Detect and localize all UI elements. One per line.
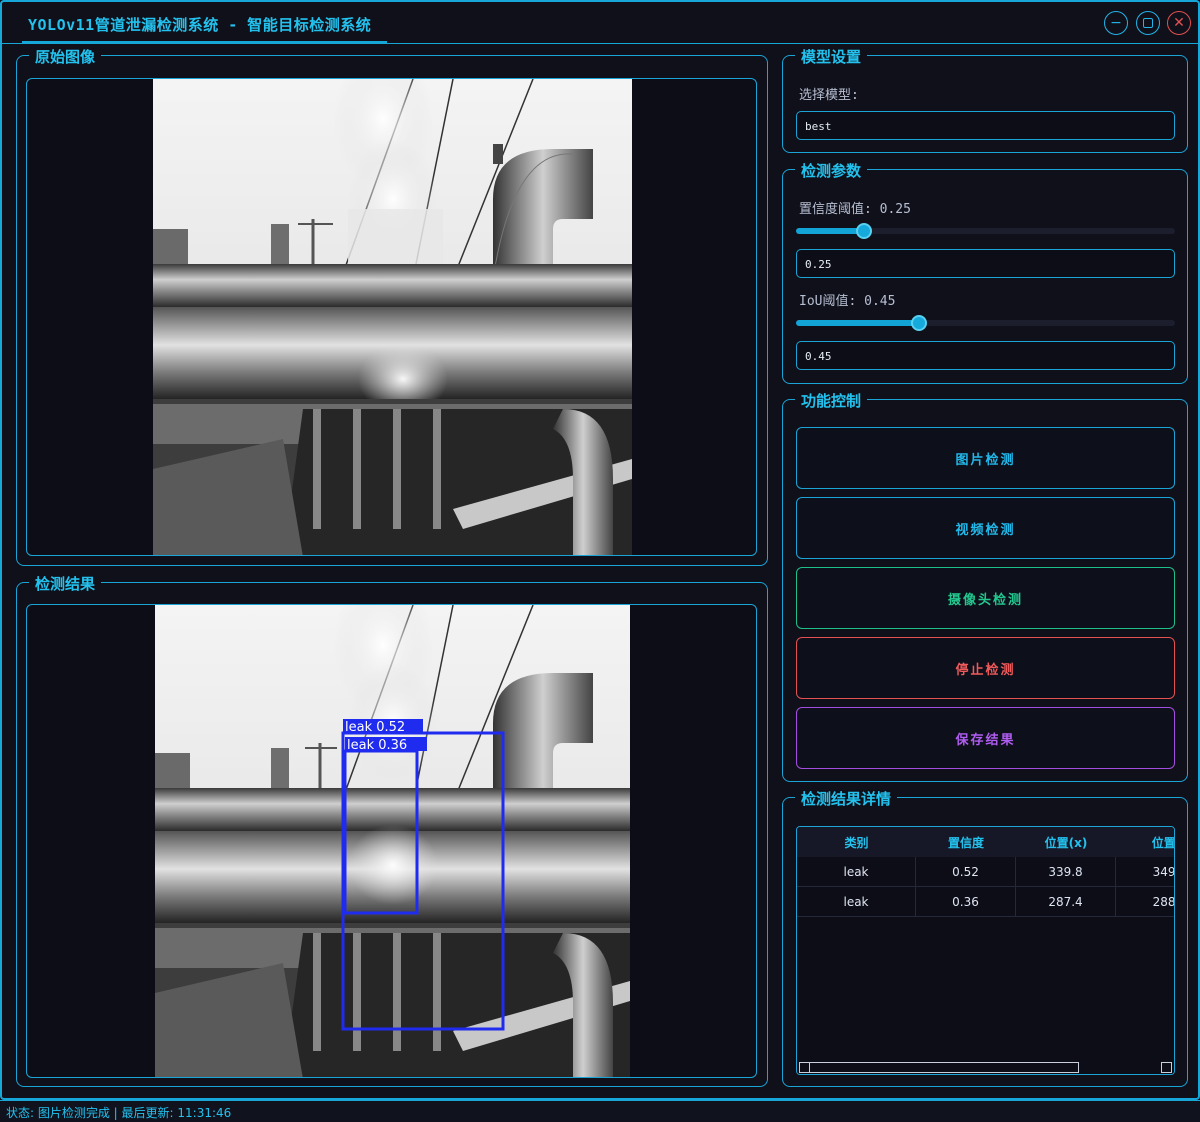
original-image [153,79,632,555]
result-image-frame: leak 0.52 leak 0.36 [26,604,757,1078]
detection-results-table: 类别 置信度 位置(x) 位置( leak 0.52 339.8 349. le… [796,826,1175,1075]
video-detect-button[interactable]: 视频检测 [796,497,1175,559]
original-image-title: 原始图像 [29,46,102,67]
cell-x: 287.4 [1016,887,1116,917]
detection-label-1: leak 0.52 [345,720,405,735]
detection-details-title: 检测结果详情 [795,788,898,809]
column-header-y[interactable]: 位置( [1116,827,1174,857]
confidence-input[interactable]: 0.25 [796,249,1175,278]
table-row[interactable]: leak 0.36 287.4 288. [797,887,1174,917]
confidence-slider-thumb[interactable] [856,223,872,239]
close-icon: ✕ [1173,15,1185,31]
table-row[interactable]: leak 0.52 339.8 349. [797,857,1174,887]
iou-slider[interactable] [796,315,1175,331]
iou-label: IoU阈值: 0.45 [799,294,896,309]
maximize-button[interactable] [1136,11,1160,35]
cell-x: 339.8 [1016,857,1116,887]
image-detect-button[interactable]: 图片检测 [796,427,1175,489]
scrollbar-track[interactable] [799,1062,1079,1073]
close-button[interactable]: ✕ [1167,11,1191,35]
pipeline-photo-original [153,79,632,555]
cell-class: leak [797,887,916,917]
model-select-label: 选择模型: [799,88,859,103]
cell-class: leak [797,857,916,887]
detection-params-title: 检测参数 [795,160,868,181]
result-image-title: 检测结果 [29,573,102,594]
column-header-class[interactable]: 类别 [797,827,916,857]
pipeline-photo-result: leak 0.52 leak 0.36 [155,605,630,1077]
maximize-icon [1143,18,1153,28]
original-image-frame [26,78,757,556]
confidence-slider[interactable] [796,223,1175,239]
result-image: leak 0.52 leak 0.36 [155,605,630,1077]
minimize-icon: − [1110,15,1122,31]
confidence-slider-fill [796,228,864,234]
minimize-button[interactable]: − [1104,11,1128,35]
model-select[interactable]: best [796,111,1175,140]
window-title: YOLOv11管道泄漏检测系统 - 智能目标检测系统 [28,16,372,34]
scrollbar-right-handle[interactable] [1161,1062,1172,1073]
function-control-title: 功能控制 [795,390,868,411]
stop-detect-button[interactable]: 停止检测 [796,637,1175,699]
confidence-label: 置信度阈值: 0.25 [799,202,911,217]
column-header-confidence[interactable]: 置信度 [916,827,1016,857]
cell-confidence: 0.52 [916,857,1016,887]
camera-detect-button[interactable]: 摄像头检测 [796,567,1175,629]
table-header: 类别 置信度 位置(x) 位置( [797,827,1174,857]
title-underline [22,41,387,44]
title-bar: YOLOv11管道泄漏检测系统 - 智能目标检测系统 − ✕ [2,2,1198,44]
scrollbar-left-handle[interactable] [799,1062,810,1073]
cell-confidence: 0.36 [916,887,1016,917]
detection-label-2: leak 0.36 [347,738,407,753]
status-bar: 状态: 图片检测完成 | 最后更新: 11:31:46 [0,1100,1200,1122]
iou-slider-fill [796,320,919,326]
model-settings-title: 模型设置 [795,46,868,67]
iou-input[interactable]: 0.45 [796,341,1175,370]
horizontal-scrollbar[interactable] [797,1061,1174,1074]
column-header-x[interactable]: 位置(x) [1016,827,1116,857]
save-result-button[interactable]: 保存结果 [796,707,1175,769]
cell-y: 288. [1116,887,1174,917]
iou-slider-thumb[interactable] [911,315,927,331]
main-window: YOLOv11管道泄漏检测系统 - 智能目标检测系统 − ✕ 原始图像 检测结果… [0,0,1200,1100]
cell-y: 349. [1116,857,1174,887]
